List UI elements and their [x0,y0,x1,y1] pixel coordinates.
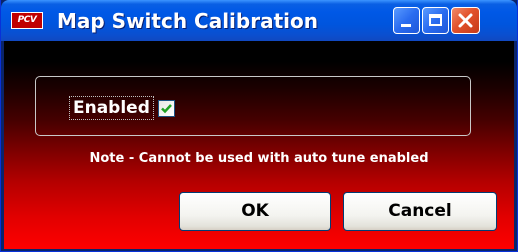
enabled-label[interactable]: Enabled [69,96,154,120]
maximize-icon [429,14,442,26]
title-bar[interactable]: PCV Map Switch Calibration [1,0,517,41]
window-title: Map Switch Calibration [57,9,318,33]
close-button[interactable] [451,7,480,34]
pcv-app-icon[interactable]: PCV [11,12,43,29]
cancel-button[interactable]: Cancel [343,192,497,231]
auto-tune-note: Note - Cannot be used with auto tune ena… [89,151,429,166]
close-icon [458,13,473,28]
dialog-body: Enabled Note - Cannot be used with auto … [4,41,514,249]
checkmark-icon [161,103,172,113]
minimize-icon [401,24,411,27]
maximize-button[interactable] [422,7,449,34]
enabled-row: Enabled [69,95,175,121]
ok-button[interactable]: OK [179,192,331,231]
minimize-button[interactable] [393,7,420,34]
dialog-window: PCV Map Switch Calibration Enabled Note … [0,0,518,252]
enabled-checkbox[interactable] [157,99,175,117]
